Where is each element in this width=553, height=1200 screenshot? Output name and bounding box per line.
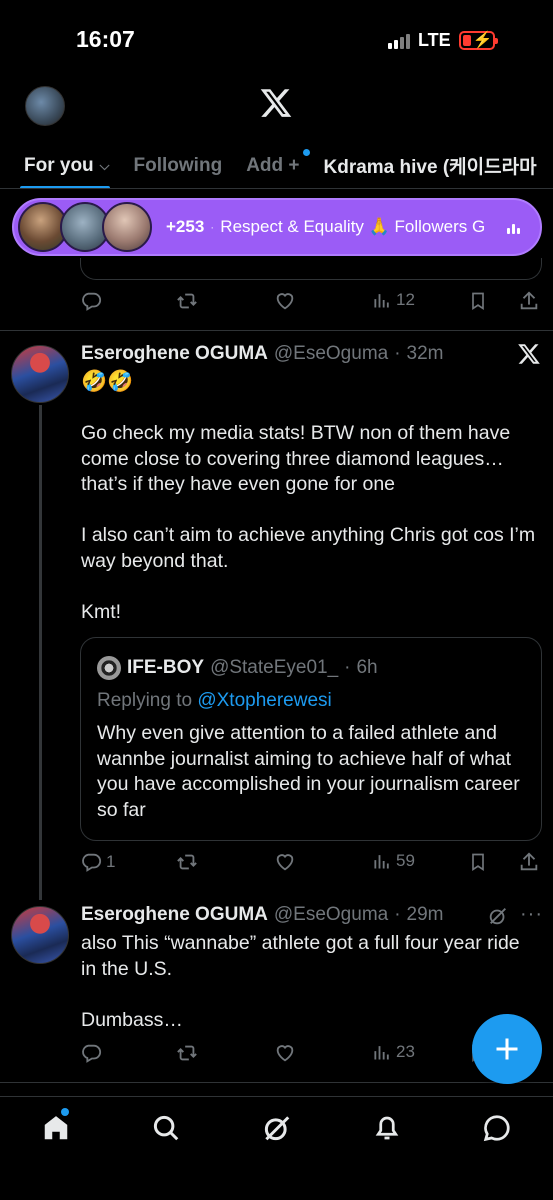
x-logo-icon <box>260 89 292 117</box>
like-button[interactable] <box>274 851 296 873</box>
bookmark-button[interactable] <box>468 851 488 873</box>
grok-icon[interactable] <box>262 1113 292 1143</box>
quoted-tweet[interactable]: IFE-BOY @StateEye01_ · 6h Replying to @X… <box>80 637 542 841</box>
repost-button[interactable] <box>175 851 199 873</box>
views-button[interactable]: 23 <box>372 1042 415 1062</box>
profile-avatar[interactable] <box>25 86 65 126</box>
status-time: 16:07 <box>76 26 135 52</box>
repost-icon <box>177 293 197 309</box>
x-logo-icon <box>518 344 540 364</box>
reply-count: 1 <box>106 852 116 871</box>
quoted-time: 6h <box>356 657 378 678</box>
heart-icon <box>276 293 294 310</box>
space-title: Respect & Equality 🙏 Followers G <box>220 217 486 236</box>
live-space-pill[interactable]: +253 · Respect & Equality 🙏 Followers G <box>12 198 542 256</box>
analytics-icon <box>374 855 389 869</box>
tweet-time: 32m <box>406 343 444 364</box>
bookmark-button[interactable] <box>468 290 488 312</box>
share-icon <box>520 852 538 871</box>
tab-kdrama-hive[interactable]: Kdrama hive (케이드라마 <box>312 143 549 188</box>
repost-button[interactable] <box>175 290 199 312</box>
tweet-time: 29m <box>406 904 444 925</box>
analytics-icon <box>374 1046 389 1060</box>
previous-tweet-card <box>80 258 542 280</box>
reply-button[interactable] <box>80 290 102 312</box>
share-icon <box>520 291 538 310</box>
timeline-tabs: For you ⌵ Following Add + Kdrama hive (케… <box>0 143 553 189</box>
chevron-down-icon: ⌵ <box>99 157 110 173</box>
repost-icon <box>177 1045 197 1061</box>
quoted-handle: @StateEye01_ <box>210 657 339 678</box>
bottom-navigation <box>0 1096 553 1200</box>
user-handle[interactable]: @EseOguma <box>274 343 388 365</box>
divider <box>0 330 553 331</box>
tweet-text: Go check my media stats! BTW non of them… <box>81 422 536 623</box>
share-button[interactable] <box>518 290 540 312</box>
space-listener-count: +253 <box>166 217 205 236</box>
home-icon[interactable] <box>41 1113 71 1143</box>
repost-button[interactable] <box>175 1042 199 1064</box>
reply-icon <box>82 1044 102 1063</box>
tab-add[interactable]: Add + <box>234 143 311 188</box>
heart-icon <box>276 1045 294 1062</box>
tab-following[interactable]: Following <box>122 143 235 188</box>
replying-to-link[interactable]: @Xtopherewesi <box>197 690 331 711</box>
plus-icon <box>496 1038 518 1060</box>
like-button[interactable] <box>274 1042 296 1064</box>
views-count: 12 <box>396 290 415 309</box>
bookmark-icon <box>472 853 484 872</box>
network-label: LTE <box>418 30 451 50</box>
messages-icon[interactable] <box>482 1113 512 1143</box>
battery-icon: ⚡ <box>458 31 498 50</box>
quoted-text: Why even give attention to a failed athl… <box>97 722 520 821</box>
tweet-header: Eseroghene OGUMA @EseOguma · 32m <box>81 343 444 365</box>
display-name[interactable]: Eseroghene OGUMA <box>81 904 268 926</box>
user-handle[interactable]: @EseOguma <box>274 904 388 926</box>
grok-icon[interactable] <box>487 905 509 927</box>
divider <box>0 1082 553 1083</box>
replying-to: Replying to @Xtopherewesi <box>97 690 332 711</box>
space-avatars <box>18 202 152 252</box>
display-name[interactable]: Eseroghene OGUMA <box>81 343 268 365</box>
tab-for-you[interactable]: For you ⌵ <box>0 143 122 188</box>
reply-button[interactable] <box>80 1042 102 1064</box>
audio-bars-icon <box>507 224 520 234</box>
quoted-display-name: IFE-BOY <box>127 657 205 678</box>
signal-icon <box>388 33 410 49</box>
views-count: 23 <box>396 1042 415 1061</box>
search-icon[interactable] <box>151 1113 181 1143</box>
active-tab-indicator <box>20 185 110 188</box>
tweet-text: also This “wannabe” athlete got a full f… <box>81 932 520 1031</box>
reply-icon <box>82 292 102 311</box>
tweet-emojis: 🤣🤣 <box>81 370 134 393</box>
more-options-icon[interactable]: ··· <box>520 903 543 926</box>
like-button[interactable] <box>274 290 296 312</box>
views-button[interactable]: 59 <box>372 851 415 871</box>
compose-button[interactable] <box>472 1014 542 1084</box>
avatar <box>97 656 121 680</box>
new-dot-icon <box>302 148 310 156</box>
bell-icon[interactable] <box>372 1113 402 1143</box>
heart-icon <box>276 854 294 871</box>
views-button[interactable]: 12 <box>372 290 415 310</box>
bookmark-icon <box>472 292 484 311</box>
views-count: 59 <box>396 851 415 870</box>
thread-line <box>39 405 42 900</box>
avatar <box>102 202 152 252</box>
reply-button[interactable]: 1 <box>80 851 115 873</box>
avatar[interactable] <box>11 906 69 964</box>
reply-icon <box>82 853 102 872</box>
repost-icon <box>177 854 197 870</box>
tweet-header: Eseroghene OGUMA @EseOguma · 29m <box>81 904 444 926</box>
share-button[interactable] <box>518 851 540 873</box>
avatar[interactable] <box>11 345 69 403</box>
status-indicators: LTE ⚡ <box>388 30 498 51</box>
analytics-icon <box>374 294 389 308</box>
